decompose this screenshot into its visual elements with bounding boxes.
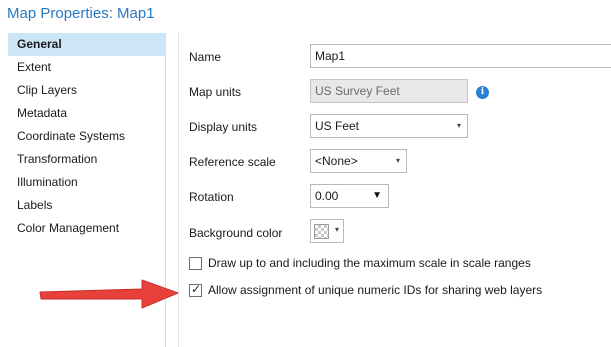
- rotation-dropdown[interactable]: 0.00 ▼: [310, 184, 389, 208]
- display-units-dropdown[interactable]: US Feet ▾: [310, 114, 468, 138]
- window-title: Map Properties: Map1: [7, 5, 155, 22]
- reference-scale-label: Reference scale: [189, 155, 276, 169]
- reference-scale-value: <None>: [315, 154, 358, 168]
- rotation-value: 0.00: [315, 189, 339, 203]
- sidebar-item-extent[interactable]: Extent: [8, 56, 165, 79]
- rotation-label: Rotation: [189, 190, 234, 204]
- chevron-down-icon: ▾: [334, 225, 339, 234]
- sidebar-item-clip-layers[interactable]: Clip Layers: [8, 79, 165, 102]
- allow-unique-ids-option[interactable]: Allow assignment of unique numeric IDs f…: [189, 282, 609, 299]
- display-units-value: US Feet: [315, 119, 360, 133]
- allow-unique-ids-checkbox[interactable]: [189, 282, 202, 297]
- name-input[interactable]: Map1: [310, 44, 611, 68]
- sidebar-item-coordinate-systems[interactable]: Coordinate Systems: [8, 125, 165, 148]
- allow-unique-ids-label: Allow assignment of unique numeric IDs f…: [208, 283, 543, 297]
- draw-max-scale-option[interactable]: Draw up to and including the maximum sca…: [189, 256, 609, 272]
- draw-max-scale-label: Draw up to and including the maximum sca…: [208, 256, 531, 270]
- draw-max-scale-checkbox[interactable]: [189, 257, 202, 270]
- sidebar-item-color-management[interactable]: Color Management: [8, 217, 165, 240]
- chevron-down-icon: ▾: [456, 121, 461, 130]
- sidebar-item-general[interactable]: General: [8, 33, 165, 56]
- transparent-swatch-icon: [314, 224, 329, 239]
- map-units-label: Map units: [189, 85, 242, 99]
- sidebar-item-transformation[interactable]: Transformation: [8, 148, 165, 171]
- sidebar-item-labels[interactable]: Labels: [8, 194, 165, 217]
- red-arrow-annotation: [39, 279, 179, 309]
- background-color-picker[interactable]: ▾: [310, 219, 344, 243]
- reference-scale-dropdown[interactable]: <None> ▾: [310, 149, 407, 173]
- chevron-down-icon: ▾: [395, 156, 400, 165]
- display-units-label: Display units: [189, 120, 258, 134]
- sidebar-item-illumination[interactable]: Illumination: [8, 171, 165, 194]
- general-panel: Name Map1 Map units US Survey Feet i Dis…: [178, 33, 611, 347]
- info-icon[interactable]: i: [476, 86, 489, 99]
- sidebar-item-metadata[interactable]: Metadata: [8, 102, 165, 125]
- name-label: Name: [189, 50, 222, 64]
- map-units-field: US Survey Feet: [310, 79, 468, 103]
- background-color-label: Background color: [189, 226, 283, 240]
- triangle-down-icon: ▼: [372, 190, 382, 201]
